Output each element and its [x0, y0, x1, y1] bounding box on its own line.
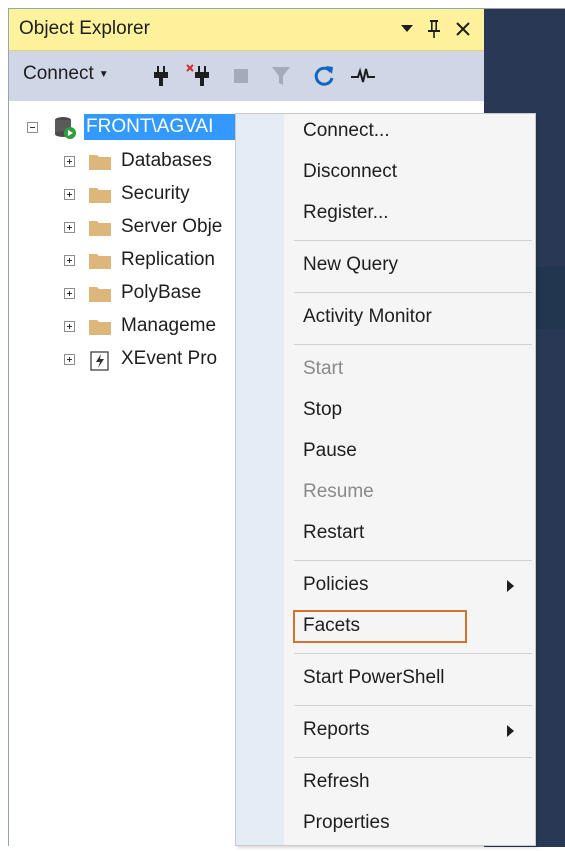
expand-icon[interactable] — [64, 254, 75, 266]
menu-item-register[interactable]: Register... — [303, 202, 389, 224]
expand-icon[interactable] — [64, 188, 75, 200]
tree-node-server-objects[interactable]: Server Obje — [64, 213, 222, 241]
tree-node-label: Security — [121, 183, 190, 204]
connect-dropdown[interactable]: Connect ▼ — [23, 63, 109, 85]
dropdown-caret-icon[interactable] — [394, 15, 420, 43]
submenu-arrow-icon — [507, 725, 514, 737]
folder-icon — [89, 153, 111, 170]
object-explorer-titlebar: Object Explorer — [9, 9, 484, 51]
server-context-menu: Connect... Disconnect Register... New Qu… — [235, 113, 536, 846]
tree-node-label: Server Obje — [121, 216, 223, 237]
menu-item-start-powershell[interactable]: Start PowerShell — [303, 667, 445, 689]
menu-gutter — [236, 114, 284, 845]
server-connected-icon — [52, 114, 78, 140]
menu-item-resume: Resume — [303, 481, 374, 502]
refresh-icon[interactable] — [310, 61, 338, 91]
pin-icon[interactable] — [421, 15, 447, 43]
menu-separator — [294, 705, 532, 706]
folder-icon — [89, 252, 111, 269]
panel-title: Object Explorer — [19, 18, 150, 39]
xevent-profiler-icon — [89, 350, 111, 371]
disconnect-plug-icon[interactable] — [185, 61, 213, 91]
folder-icon — [89, 219, 111, 236]
expand-icon[interactable] — [64, 320, 75, 332]
expand-icon[interactable] — [64, 155, 75, 167]
menu-item-disconnect[interactable]: Disconnect — [303, 161, 397, 183]
expand-icon[interactable] — [64, 353, 75, 365]
tree-node-xevent-profiler[interactable]: XEvent Pro — [64, 345, 217, 373]
connect-label: Connect — [23, 63, 94, 84]
menu-separator — [294, 292, 532, 293]
folder-icon — [89, 318, 111, 335]
tree-node-label: Manageme — [121, 315, 217, 336]
object-explorer-toolbar: Connect ▼ — [9, 51, 484, 101]
folder-icon — [89, 186, 111, 203]
submenu-arrow-icon — [507, 580, 514, 592]
menu-item-reports[interactable]: Reports — [303, 719, 370, 741]
connect-plug-icon[interactable] — [147, 61, 175, 91]
menu-separator — [294, 344, 532, 345]
tree-node-label: PolyBase — [121, 282, 202, 303]
collapse-icon[interactable] — [27, 121, 38, 133]
menu-separator — [294, 240, 532, 241]
expand-icon[interactable] — [64, 221, 75, 233]
menu-separator — [294, 560, 532, 561]
filter-icon[interactable] — [267, 61, 295, 91]
expand-icon[interactable] — [64, 287, 75, 299]
tree-node-label: Replication — [121, 249, 215, 270]
menu-separator — [294, 757, 532, 758]
tree-node-polybase[interactable]: PolyBase — [64, 279, 201, 307]
menu-item-start: Start — [303, 358, 344, 379]
menu-item-restart[interactable]: Restart — [303, 522, 364, 544]
menu-item-refresh[interactable]: Refresh — [303, 771, 370, 793]
tree-node-security[interactable]: Security — [64, 180, 190, 208]
menu-item-policies[interactable]: Policies — [303, 574, 368, 596]
stop-icon[interactable] — [227, 61, 255, 91]
chevron-down-icon: ▼ — [98, 68, 109, 80]
menu-item-stop[interactable]: Stop — [303, 399, 342, 421]
tree-node-management[interactable]: Manageme — [64, 312, 216, 340]
tree-node-label: XEvent Pro — [121, 348, 218, 369]
facets-highlight-box — [293, 610, 467, 643]
menu-item-connect[interactable]: Connect... — [303, 120, 390, 142]
menu-item-properties[interactable]: Properties — [303, 812, 390, 834]
tree-node-label: Databases — [121, 150, 212, 171]
activity-monitor-icon[interactable] — [349, 61, 377, 91]
menu-item-new-query[interactable]: New Query — [303, 254, 398, 276]
tree-node-replication[interactable]: Replication — [64, 246, 215, 274]
folder-icon — [89, 285, 111, 302]
tree-node-databases[interactable]: Databases — [64, 147, 212, 175]
menu-separator — [294, 653, 532, 654]
close-icon[interactable] — [450, 15, 476, 43]
menu-item-pause[interactable]: Pause — [303, 440, 357, 462]
menu-item-activity-monitor[interactable]: Activity Monitor — [303, 306, 432, 328]
